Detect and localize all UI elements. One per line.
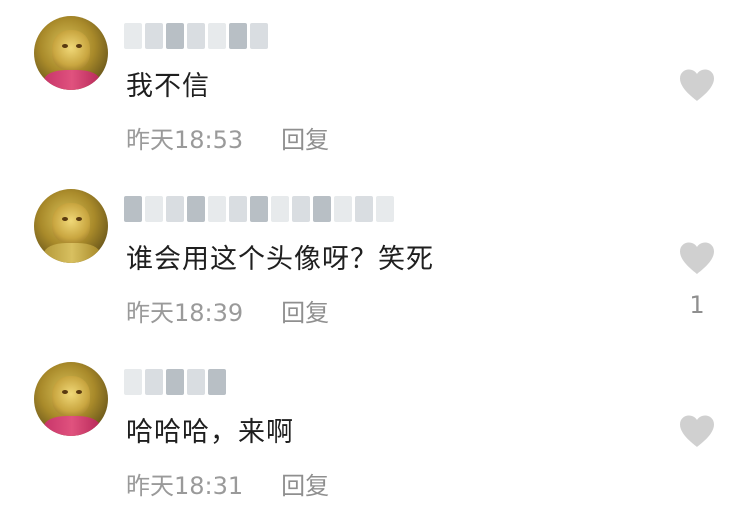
avatar-eye <box>76 44 82 48</box>
comment-time: 昨天18:53 <box>126 126 244 154</box>
monkey-king-avatar-icon <box>52 30 90 70</box>
avatar-robe <box>44 243 100 263</box>
monkey-king-avatar-icon <box>52 376 90 416</box>
comment-time: 昨天18:31 <box>126 472 244 500</box>
blur-block <box>124 196 142 222</box>
avatar-eye <box>62 217 68 221</box>
blur-block <box>271 196 289 222</box>
blur-block <box>292 196 310 222</box>
heart-icon[interactable] <box>678 414 716 448</box>
username-blurred[interactable] <box>124 366 226 398</box>
comment-item: 哈哈哈，来啊 昨天18:31 回复 <box>0 346 749 508</box>
reply-button[interactable]: 回复 <box>281 293 329 328</box>
comment-list: 我不信 昨天18:53 回复 谁会用这个头像呀？笑死 昨天18:39 回复 1 … <box>0 0 749 508</box>
avatar-eye <box>62 44 68 48</box>
blur-block <box>124 369 142 395</box>
comment-text: 谁会用这个头像呀？笑死 <box>126 244 434 275</box>
avatar[interactable] <box>34 189 108 263</box>
like-count: 1 <box>689 291 705 319</box>
comment-meta: 昨天18:31 回复 <box>126 466 329 501</box>
blur-block <box>208 23 226 49</box>
avatar-eye <box>76 217 82 221</box>
blur-block <box>187 196 205 222</box>
monkey-king-avatar-icon <box>52 203 90 243</box>
blur-block <box>208 196 226 222</box>
blur-block <box>166 196 184 222</box>
blur-block <box>313 196 331 222</box>
blur-block <box>208 369 226 395</box>
blur-block <box>145 23 163 49</box>
blur-block <box>355 196 373 222</box>
blur-block <box>229 196 247 222</box>
avatar-eye <box>62 390 68 394</box>
avatar-robe <box>44 416 100 436</box>
heart-icon[interactable] <box>678 68 716 102</box>
blur-block <box>250 196 268 222</box>
blur-block <box>187 23 205 49</box>
blur-block <box>145 369 163 395</box>
username-blurred[interactable] <box>124 20 268 52</box>
heart-icon[interactable] <box>678 241 716 275</box>
blur-block <box>166 23 184 49</box>
comment-item: 谁会用这个头像呀？笑死 昨天18:39 回复 1 <box>0 173 749 345</box>
comment-item: 我不信 昨天18:53 回复 <box>0 0 749 172</box>
blur-block <box>187 369 205 395</box>
blur-block <box>229 23 247 49</box>
comment-text: 哈哈哈，来啊 <box>126 417 294 448</box>
comment-meta: 昨天18:53 回复 <box>126 120 329 155</box>
reply-button[interactable]: 回复 <box>281 120 329 155</box>
blur-block <box>376 196 394 222</box>
avatar[interactable] <box>34 362 108 436</box>
comment-text: 我不信 <box>126 71 210 102</box>
blur-block <box>334 196 352 222</box>
blur-block <box>166 369 184 395</box>
avatar[interactable] <box>34 16 108 90</box>
blur-block <box>250 23 268 49</box>
username-blurred[interactable] <box>124 193 394 225</box>
comment-time: 昨天18:39 <box>126 299 244 327</box>
blur-block <box>145 196 163 222</box>
avatar-robe <box>44 70 100 90</box>
reply-button[interactable]: 回复 <box>281 466 329 501</box>
avatar-eye <box>76 390 82 394</box>
blur-block <box>124 23 142 49</box>
comment-meta: 昨天18:39 回复 <box>126 293 329 328</box>
